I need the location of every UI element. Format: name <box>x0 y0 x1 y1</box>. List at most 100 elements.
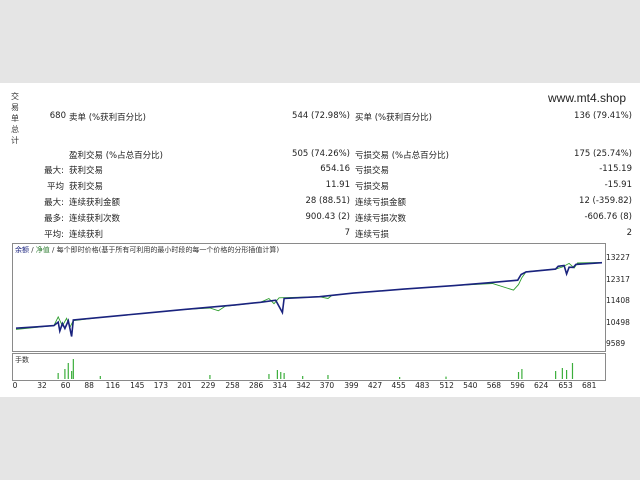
x-tick-label: 512 <box>439 381 454 390</box>
x-tick-label: 568 <box>486 381 502 390</box>
y-tick-label: 11408 <box>606 296 630 306</box>
volume-bar <box>521 369 523 379</box>
balance-chart: 余额 / 净值 / 每个即时价格(基于所有可利用的最小时段的每一个价格的分形插值… <box>12 243 606 352</box>
x-tick-label: 483 <box>415 381 430 390</box>
volume-bar <box>71 371 73 379</box>
row-value-left: 28 (88.51) <box>305 196 350 206</box>
x-tick-label: 60 <box>60 381 71 390</box>
total-trades-value: 680 <box>49 111 66 121</box>
row-label-left: 获利交易 <box>69 166 104 176</box>
report-side-title: 交易单总计 <box>11 92 19 145</box>
volume-chart: 手数 <box>12 353 606 381</box>
volume-bar <box>517 372 520 379</box>
y-tick-label: 12317 <box>606 274 630 284</box>
row-label-left: 连续获利 <box>69 230 104 240</box>
x-tick-label: 173 <box>153 381 169 390</box>
row-value-left: 11.91 <box>325 180 350 190</box>
volume-bar <box>302 376 304 379</box>
x-tick-label: 681 <box>582 381 597 390</box>
volume-chart-svg <box>57 359 574 379</box>
row-value-right: -115.19 <box>599 164 632 174</box>
legend-balance: 余额 <box>15 246 29 254</box>
row-value-left: 505 (74.26%) <box>292 149 350 159</box>
volume-bar <box>445 376 447 379</box>
x-tick-label: 88 <box>84 381 94 390</box>
balance-line <box>15 261 603 337</box>
volume-bar <box>268 374 270 379</box>
volume-bar <box>276 370 278 379</box>
x-axis: 0 32 60 88 116 145 173 201 229 258 286 314 342 370 399… <box>0 381 640 393</box>
x-tick-label: 624 <box>533 381 549 390</box>
x-tick-label: 0 <box>12 381 18 390</box>
row-prefix: 最大: <box>44 198 64 208</box>
volume-bar <box>555 371 557 379</box>
x-tick-label: 258 <box>225 381 240 390</box>
volume-bar <box>283 373 285 379</box>
x-tick-label: 653 <box>558 381 573 390</box>
row-label-left: 获利交易 <box>69 182 104 192</box>
row-prefix: 平均: <box>44 230 64 240</box>
volume-bar <box>280 372 282 379</box>
row-value-right: 136 (79.41%) <box>574 111 632 121</box>
row-value-right: -606.76 (8) <box>584 212 632 222</box>
balance-chart-svg <box>15 261 603 337</box>
row-label-left: 盈利交易 (%占总百分比) <box>69 151 163 161</box>
volume-bar <box>209 375 211 379</box>
x-tick-label: 201 <box>177 381 192 390</box>
row-value-right: -15.91 <box>604 180 632 190</box>
row-value-left: 544 (72.98%) <box>292 111 350 121</box>
volume-bar <box>64 369 66 379</box>
row-label-right: 连续亏损 <box>355 230 390 240</box>
volume-bar <box>99 376 101 379</box>
row-value-left: 900.43 (2) <box>305 212 350 222</box>
volume-bar <box>571 363 574 379</box>
x-tick-label: 286 <box>248 381 264 390</box>
x-tick-label: 145 <box>130 381 145 390</box>
row-label-left: 卖单 (%获利百分比) <box>69 113 146 123</box>
volume-bar <box>57 373 59 379</box>
legend-note: / 每个即时价格(基于所有可利用的最小时段的每一个价格的分形插值计算) <box>49 246 280 254</box>
legend-separator: / <box>29 246 36 254</box>
volume-label: 手数 <box>15 356 29 364</box>
x-tick-label: 399 <box>344 381 359 390</box>
row-label-left: 连续获利次数 <box>69 214 121 224</box>
volume-bar <box>565 370 568 379</box>
x-tick-label: 314 <box>272 381 287 390</box>
row-label-right: 连续亏损次数 <box>355 214 407 224</box>
x-tick-label: 596 <box>510 381 525 390</box>
volume-bar <box>561 368 563 379</box>
row-value-right: 175 (25.74%) <box>574 149 632 159</box>
row-label-right: 买单 (%获利百分比) <box>355 113 432 123</box>
row-prefix: 平均 <box>46 182 64 192</box>
volume-bar <box>327 375 329 379</box>
row-value-right: 2 <box>626 228 632 238</box>
volume-bar <box>67 363 69 379</box>
row-label-right: 连续亏损金额 <box>355 198 407 208</box>
x-tick-label: 116 <box>105 381 120 390</box>
row-value-left: 654.16 <box>320 164 350 174</box>
x-tick-label: 427 <box>367 381 383 390</box>
y-tick-label: 9589 <box>606 339 626 348</box>
row-label-right: 亏损交易 (%占总百分比) <box>355 151 449 161</box>
chart-legend: 余额 / 净值 / 每个即时价格(基于所有可利用的最小时段的每一个价格的分形插值… <box>15 245 279 255</box>
report-panel: 交易单总计 www.mt4.shop 680 卖单 (%获利百分比) 544 (7… <box>0 83 640 397</box>
equity-line <box>15 262 603 330</box>
y-tick-label: 10498 <box>606 317 630 327</box>
row-value-left: 7 <box>344 228 350 238</box>
y-tick-label: 13227 <box>606 253 630 263</box>
legend-equity: 净值 <box>35 246 50 254</box>
x-tick-label: 455 <box>391 381 406 390</box>
volume-bar <box>399 377 401 379</box>
row-prefix: 最大: <box>44 166 64 176</box>
site-url: www.mt4.shop <box>548 91 627 105</box>
x-tick-label: 229 <box>200 381 216 390</box>
volume-bar <box>72 359 74 379</box>
row-label-right: 亏损交易 <box>355 166 390 176</box>
x-tick-label: 342 <box>296 381 311 390</box>
row-prefix: 最多: <box>44 214 64 224</box>
row-label-right: 亏损交易 <box>355 182 390 192</box>
x-tick-label: 370 <box>319 381 335 390</box>
x-tick-label: 540 <box>463 381 478 390</box>
x-tick-label: 32 <box>37 381 47 390</box>
row-label-left: 连续获利金额 <box>69 198 121 208</box>
